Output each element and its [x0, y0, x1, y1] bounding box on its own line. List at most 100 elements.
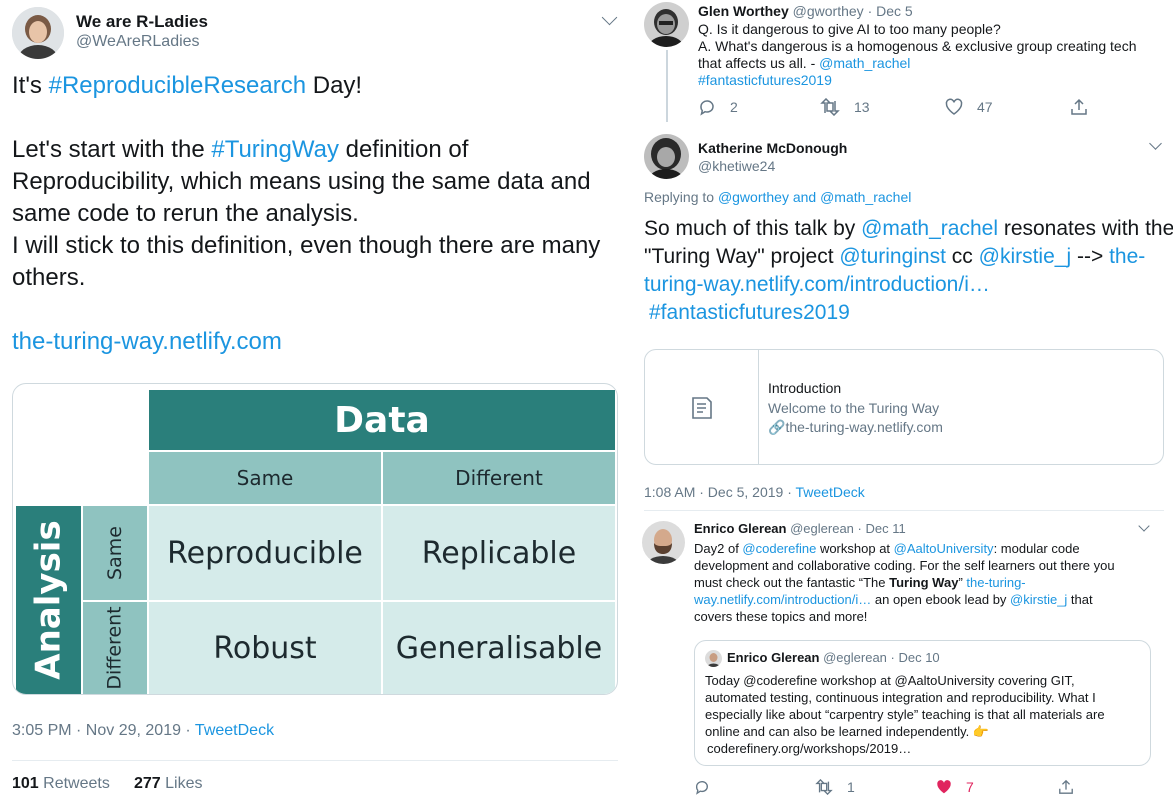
share-button[interactable] — [1070, 98, 1088, 116]
user-handle[interactable]: @khetiwe24 — [698, 158, 775, 175]
avatar[interactable] — [12, 7, 64, 59]
tweet-body: Q. Is it dangerous to give AI to too man… — [698, 21, 1136, 89]
url-link[interactable]: way.netlify.com/introduction/i… — [694, 592, 871, 607]
avatar-photo — [642, 521, 685, 564]
quote-body: Today @coderefine workshop at @AaltoUniv… — [705, 672, 1105, 757]
mention-link[interactable]: @turinginst — [839, 245, 946, 268]
mention-link[interactable]: @AaltoUniversity — [894, 541, 994, 556]
share-button[interactable] — [1058, 779, 1074, 795]
tweet-body: So much of this talk by @math_rachel res… — [644, 215, 1173, 327]
display-name: Enrico Glerean — [727, 650, 820, 665]
tweet-line: Day2 of @coderefine workshop at @AaltoUn… — [694, 541, 1080, 556]
mention-link[interactable]: @coderefine — [742, 541, 816, 556]
hashtag-link[interactable]: #ReproducibleResearch — [49, 72, 306, 99]
retweet-button[interactable]: 13 — [820, 98, 870, 116]
hashtag-link[interactable]: #fantasticfutures2019 — [644, 299, 1173, 327]
avatar[interactable] — [644, 2, 689, 47]
mention-link[interactable]: @gworthey and @math_rachel — [718, 189, 911, 205]
card-url: 🔗the-turing-way.netlify.com — [768, 419, 943, 435]
display-name[interactable]: Glen Worthey — [698, 3, 789, 19]
avatar-photo — [644, 134, 689, 179]
url-link[interactable]: the- — [1109, 245, 1145, 268]
url-link[interactable]: the-turing- — [966, 575, 1025, 590]
chevron-down-icon[interactable] — [1138, 520, 1150, 532]
display-name[interactable]: Katherine McDonough — [698, 140, 847, 157]
data-header: Data — [149, 390, 615, 450]
tweet-line: covers these topics and more! — [694, 609, 868, 624]
display-name[interactable]: Enrico Glerean — [694, 521, 786, 536]
link-card[interactable]: Introduction Welcome to the Turing Way 🔗… — [644, 349, 1164, 465]
reply-icon — [694, 779, 710, 795]
user-handle[interactable]: @WeAreRLadies — [76, 33, 200, 51]
tweet-line: that affects us all. - @math_rachel — [698, 55, 911, 71]
avatar[interactable] — [644, 134, 689, 179]
tweet-line: online and can also be learned independe… — [705, 724, 990, 739]
tweet-line: Q. Is it dangerous to give AI to too man… — [698, 21, 1001, 37]
tweet-line: development and collaborative coding. Fo… — [694, 558, 1115, 573]
display-name[interactable]: We are R-Ladies — [76, 12, 208, 32]
source-link[interactable]: TweetDeck — [796, 484, 865, 500]
url-link[interactable]: turing-way.netlify.com/introduction/i… — [644, 271, 1173, 299]
like-button[interactable]: 47 — [945, 98, 993, 116]
card-thumbnail — [645, 350, 759, 464]
tweet-line: others. — [12, 264, 86, 291]
card-description: Welcome to the Turing Way — [768, 400, 940, 416]
mention-link[interactable]: @kirstie_j — [1010, 592, 1067, 607]
url-link[interactable]: the-turing-way.netlify.com — [12, 326, 612, 358]
col-header-different: Different — [383, 452, 615, 504]
tweet-line: must check out the fantastic “The Turing… — [694, 575, 1026, 590]
cell-robust: Robust — [149, 602, 381, 694]
tweet-date[interactable]: · Dec 5 — [864, 3, 913, 19]
share-icon — [1070, 98, 1088, 116]
heart-icon — [936, 779, 952, 795]
tweet-date[interactable]: · Dec 11 — [854, 521, 906, 536]
tweet-timestamp: 1:08 AM · Dec 5, 2019 · TweetDeck — [644, 484, 865, 501]
tweet-line: way.netlify.com/introduction/i… an open … — [694, 592, 1093, 607]
tweet-line: A. What's dangerous is a homogenous & ex… — [698, 38, 1137, 54]
retweet-icon — [815, 779, 833, 795]
mention-link[interactable]: @kirstie_j — [979, 245, 1072, 268]
timestamp-link[interactable]: 1:08 AM · Dec 5, 2019 · — [644, 484, 796, 500]
document-icon — [689, 395, 715, 421]
row-header-same: Same — [83, 506, 147, 600]
retweet-icon — [820, 98, 840, 116]
avatar-photo — [644, 2, 689, 47]
divider — [644, 510, 1164, 511]
mention-link[interactable]: @math_rachel — [819, 55, 910, 71]
reply-icon — [698, 98, 716, 116]
tweet-line: I will stick to this definition, even th… — [12, 232, 601, 259]
tweet-line: Reproducibility, which means using the s… — [12, 168, 591, 195]
user-handle: @eglerean — [823, 650, 887, 665]
reply-button[interactable]: 2 — [698, 98, 738, 116]
row-header-different: Different — [83, 602, 147, 694]
avatar-photo — [12, 7, 64, 59]
chevron-down-icon[interactable] — [1149, 137, 1162, 150]
retweet-button[interactable]: 1 — [815, 779, 855, 795]
tweet-body: It's #ReproducibleResearch Day! Let's st… — [12, 70, 612, 358]
replying-to: Replying to @gworthey and @math_rachel — [644, 189, 912, 205]
quoted-tweet[interactable]: Enrico Glerean @eglerean · Dec 10 Today … — [694, 640, 1151, 766]
hashtag-link[interactable]: #TuringWay — [211, 136, 339, 163]
avatar — [705, 650, 722, 667]
user-handle[interactable]: @gworthey — [793, 3, 864, 19]
tweet-line: coderefinery.org/workshops/2019… — [707, 741, 912, 756]
reply-button[interactable] — [694, 779, 710, 795]
user-handle[interactable]: @eglerean — [790, 521, 854, 536]
like-button[interactable]: 7 — [936, 779, 974, 795]
divider — [12, 760, 618, 761]
chevron-down-icon[interactable] — [601, 9, 618, 26]
analysis-header: Analysis — [16, 506, 81, 694]
timestamp-link[interactable]: 3:05 PM · Nov 29, 2019 · — [12, 722, 195, 739]
likes-stat[interactable]: 277 Likes — [134, 775, 203, 793]
avatar-photo — [705, 650, 722, 667]
mention-link[interactable]: @math_rachel — [861, 217, 998, 240]
tweet-line: "Turing Way" project @turinginst cc @kir… — [644, 245, 1146, 268]
avatar[interactable] — [642, 521, 685, 564]
source-link[interactable]: TweetDeck — [195, 722, 274, 739]
retweets-stat[interactable]: 101 Retweets — [12, 775, 110, 793]
hashtag-link[interactable]: #fantasticfutures2019 — [698, 72, 1136, 89]
cell-replicable: Replicable — [383, 506, 615, 600]
tweet-timestamp: 3:05 PM · Nov 29, 2019 · TweetDeck — [12, 722, 274, 740]
tweet-image[interactable]: Data Same Different Analysis Same Differ… — [12, 383, 618, 695]
tweet-date: · Dec 10 — [886, 650, 940, 665]
